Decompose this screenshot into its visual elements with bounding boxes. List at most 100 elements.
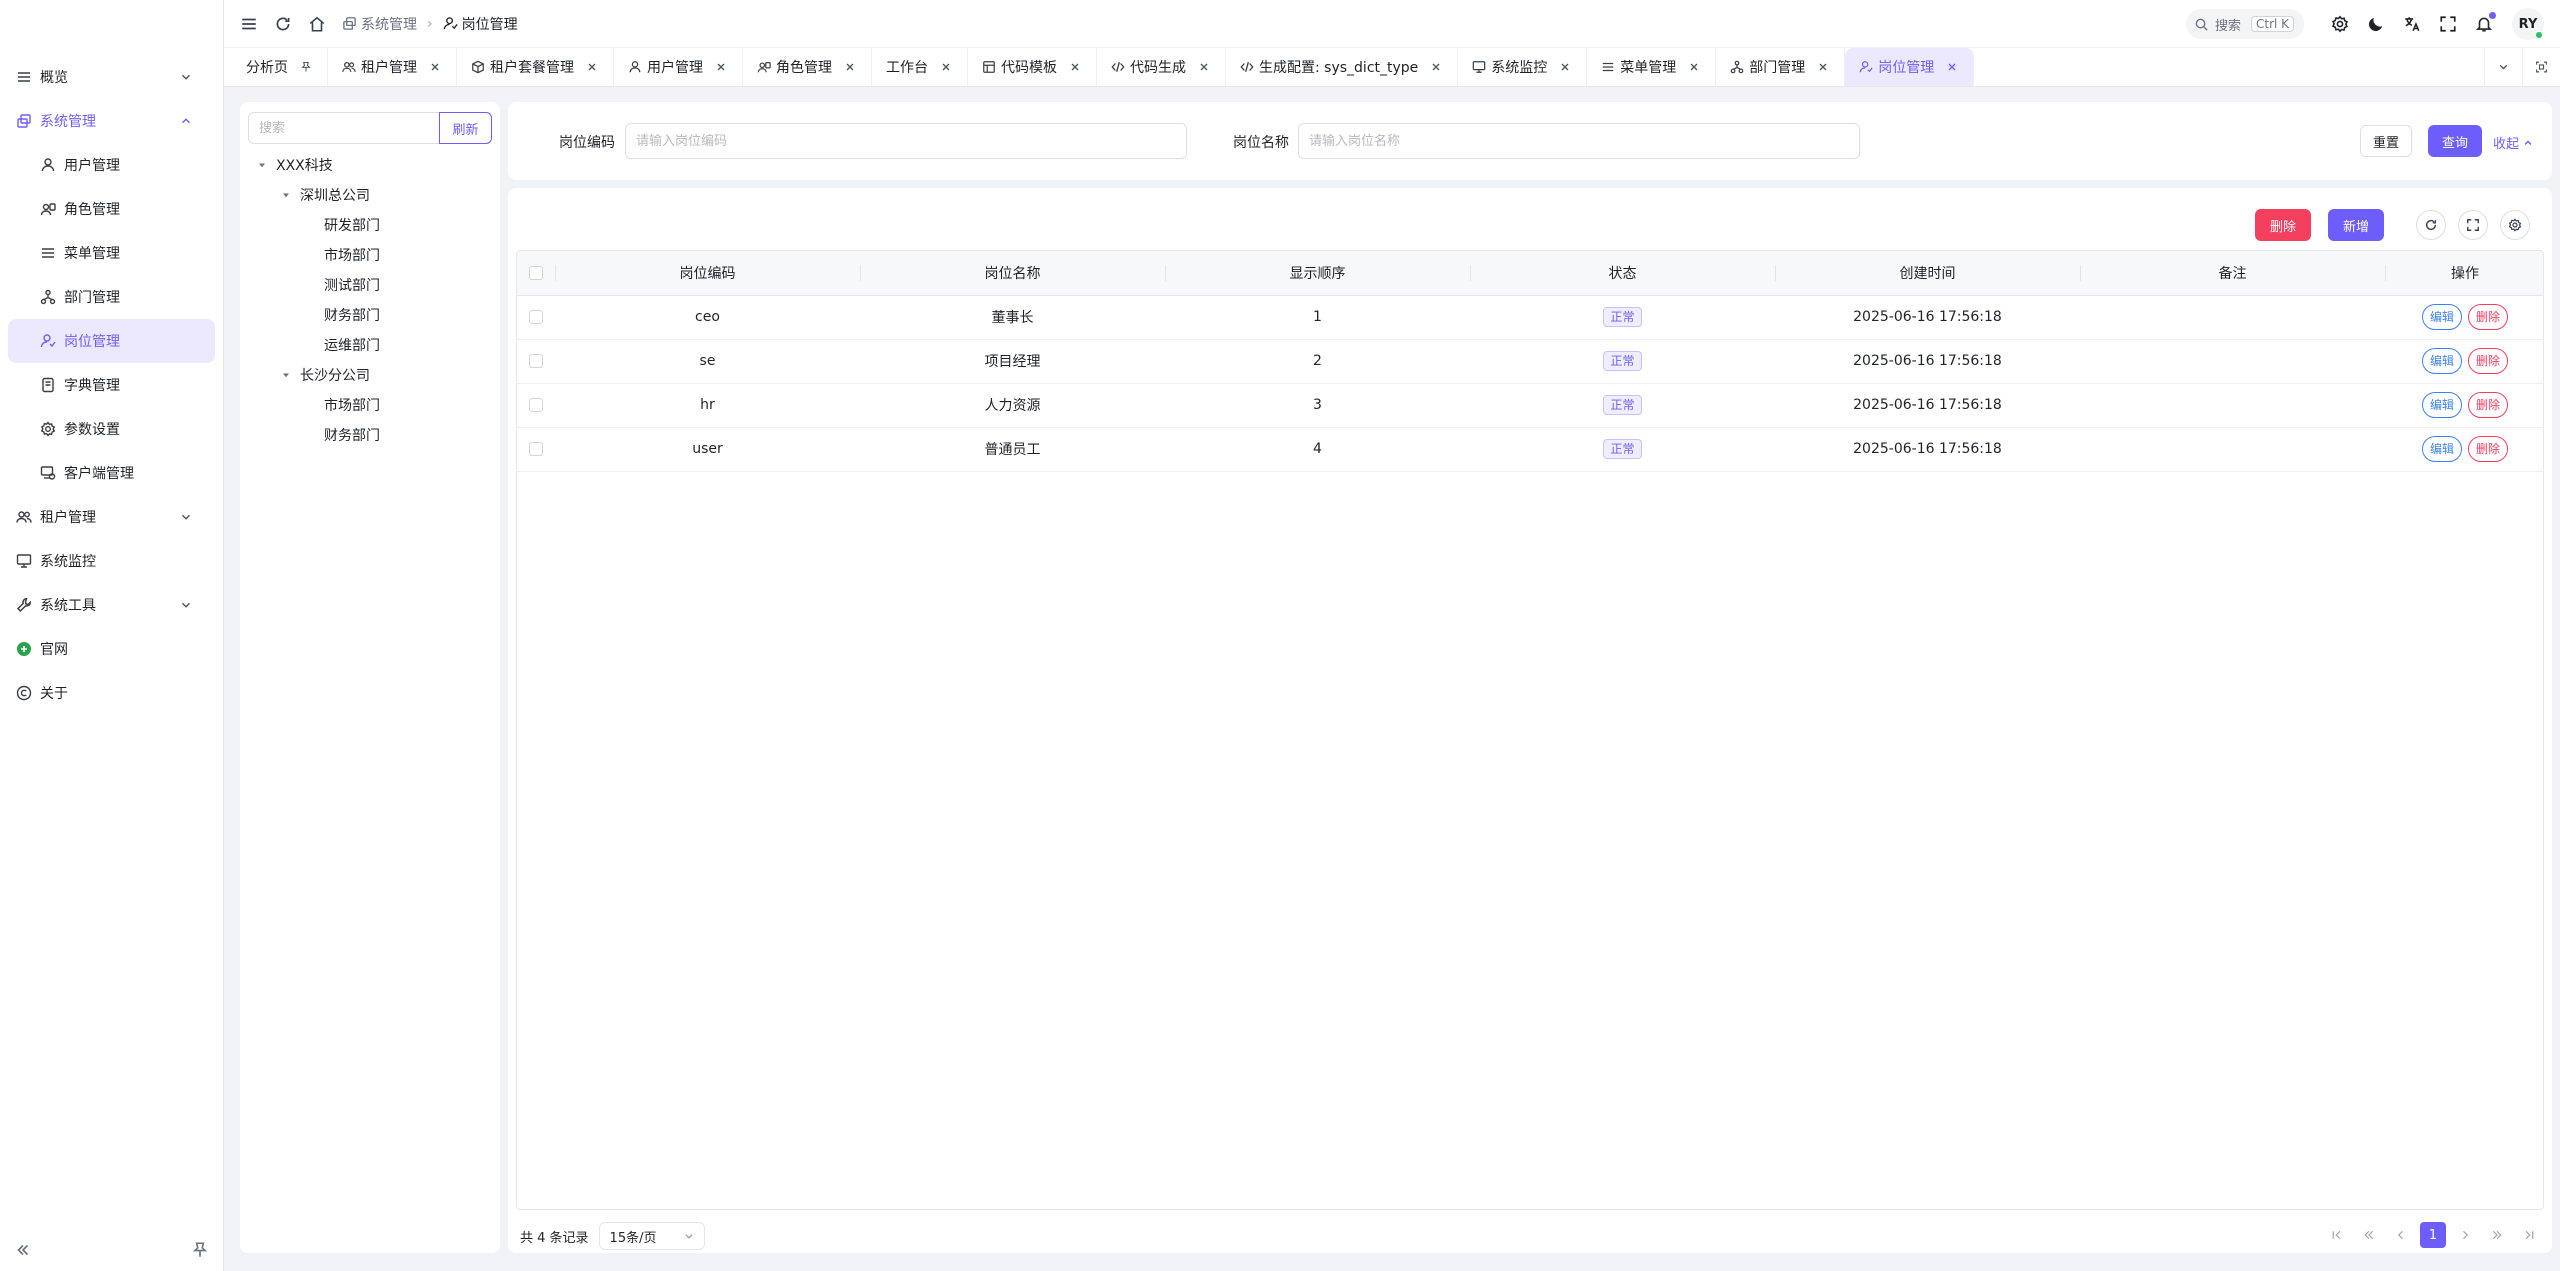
tree-node[interactable]: 市场部门 (248, 390, 492, 420)
home-icon[interactable] (308, 15, 326, 33)
tree-search-input[interactable] (248, 112, 439, 144)
settings-icon[interactable] (2331, 15, 2349, 33)
pin-icon[interactable] (191, 1241, 209, 1259)
tree-node[interactable]: 长沙分公司 (248, 360, 492, 390)
maximize-icon[interactable] (2522, 48, 2560, 86)
post-name-input[interactable] (1298, 123, 1860, 159)
global-search-button[interactable]: 搜索 Ctrl K (2186, 9, 2304, 39)
next-group-icon[interactable] (2484, 1222, 2510, 1248)
tab-gen-config[interactable]: 生成配置: sys_dict_type (1226, 48, 1459, 86)
sidebar-item-clients[interactable]: 客户端管理 (8, 451, 215, 495)
tree-node[interactable]: 研发部门 (248, 210, 492, 240)
sidebar-item-website[interactable]: 官网 (8, 627, 215, 671)
tree-node[interactable]: 深圳总公司 (248, 180, 492, 210)
close-icon[interactable] (1198, 61, 1210, 73)
close-icon[interactable] (1069, 61, 1081, 73)
select-all-checkbox[interactable] (529, 265, 543, 280)
caret-down-icon[interactable] (280, 369, 292, 381)
sidebar-item-params[interactable]: 参数设置 (8, 407, 215, 451)
tab-analytics[interactable]: 分析页 (232, 48, 328, 86)
delete-button[interactable]: 删除 (2468, 304, 2509, 330)
page-number-current[interactable]: 1 (2420, 1222, 2446, 1248)
sidebar-item-dicts[interactable]: 字典管理 (8, 363, 215, 407)
tree-node[interactable]: 运维部门 (248, 330, 492, 360)
edit-button[interactable]: 编辑 (2421, 304, 2462, 330)
tree-node[interactable]: 财务部门 (248, 300, 492, 330)
sidebar-item-overview[interactable]: 概览 (8, 55, 215, 99)
query-button[interactable]: 查询 (2428, 125, 2482, 157)
sidebar-item-menus[interactable]: 菜单管理 (8, 231, 215, 275)
delete-button[interactable]: 删除 (2468, 436, 2509, 462)
row-checkbox[interactable] (529, 442, 543, 456)
close-icon[interactable] (1946, 61, 1958, 73)
prev-group-icon[interactable] (2356, 1222, 2382, 1248)
close-icon[interactable] (1688, 61, 1700, 73)
close-icon[interactable] (1430, 61, 1442, 73)
tree-node[interactable]: 测试部门 (248, 270, 492, 300)
edit-button[interactable]: 编辑 (2421, 392, 2462, 418)
sidebar-item-system[interactable]: 系统管理 (8, 99, 215, 143)
pin-icon[interactable] (300, 61, 312, 73)
row-checkbox[interactable] (529, 354, 543, 368)
sidebar-item-depts[interactable]: 部门管理 (8, 275, 215, 319)
column-settings-icon[interactable] (2500, 210, 2530, 240)
tab-tenant-packages[interactable]: 租户套餐管理 (457, 48, 614, 86)
close-icon[interactable] (1559, 61, 1571, 73)
page-size-select[interactable]: 15条/页 (598, 1222, 705, 1250)
post-code-input[interactable] (625, 123, 1187, 159)
fullscreen-icon[interactable] (2439, 15, 2457, 33)
sidebar-item-posts[interactable]: 岗位管理 (8, 319, 215, 363)
sidebar-item-tools[interactable]: 系统工具 (8, 583, 215, 627)
batch-delete-button[interactable]: 删除 (2255, 209, 2311, 241)
close-icon[interactable] (844, 61, 856, 73)
avatar[interactable]: RY (2512, 8, 2544, 40)
tree-node[interactable]: XXX科技 (248, 150, 492, 180)
delete-button[interactable]: 删除 (2468, 348, 2509, 374)
edit-button[interactable]: 编辑 (2421, 436, 2462, 462)
tab-code-gen[interactable]: 代码生成 (1097, 48, 1226, 86)
next-page-icon[interactable] (2452, 1222, 2478, 1248)
breadcrumb-item[interactable]: 系统管理 (361, 14, 417, 34)
close-icon[interactable] (715, 61, 727, 73)
chevron-down-icon[interactable] (2484, 48, 2522, 86)
add-button[interactable]: 新增 (2328, 209, 2384, 241)
tab-code-templates[interactable]: 代码模板 (968, 48, 1097, 86)
bell-icon[interactable] (2475, 12, 2496, 33)
caret-down-icon[interactable] (256, 159, 268, 171)
tab-users[interactable]: 用户管理 (614, 48, 743, 86)
refresh-icon[interactable] (2416, 210, 2446, 240)
dark-mode-icon[interactable] (2367, 15, 2385, 33)
tab-workbench[interactable]: 工作台 (872, 48, 968, 86)
collapse-link[interactable]: 收起 (2493, 133, 2534, 152)
language-icon[interactable] (2403, 15, 2421, 33)
sidebar-item-tenants[interactable]: 租户管理 (8, 495, 215, 539)
close-icon[interactable] (429, 61, 441, 73)
prev-page-icon[interactable] (2388, 1222, 2414, 1248)
delete-button[interactable]: 删除 (2468, 392, 2509, 418)
sidebar-item-roles[interactable]: 角色管理 (8, 187, 215, 231)
close-icon[interactable] (586, 61, 598, 73)
tab-posts[interactable]: 岗位管理 (1845, 48, 1975, 86)
caret-down-icon[interactable] (280, 189, 292, 201)
close-icon[interactable] (1817, 61, 1829, 73)
first-page-icon[interactable] (2324, 1222, 2350, 1248)
tab-roles[interactable]: 角色管理 (743, 48, 872, 86)
tab-menus[interactable]: 菜单管理 (1587, 48, 1717, 86)
tree-node[interactable]: 市场部门 (248, 240, 492, 270)
reset-button[interactable]: 重置 (2360, 125, 2412, 157)
close-icon[interactable] (940, 61, 952, 73)
row-checkbox[interactable] (529, 310, 543, 324)
sidebar-item-about[interactable]: 关于 (8, 671, 215, 715)
collapse-sidebar-icon[interactable] (14, 1241, 32, 1259)
sidebar-item-monitor[interactable]: 系统监控 (8, 539, 215, 583)
refresh-icon[interactable] (274, 15, 292, 33)
tab-tenants[interactable]: 租户管理 (328, 48, 457, 86)
tab-monitor[interactable]: 系统监控 (1458, 48, 1588, 86)
tree-node[interactable]: 财务部门 (248, 420, 492, 450)
row-checkbox[interactable] (529, 398, 543, 412)
edit-button[interactable]: 编辑 (2421, 348, 2462, 374)
tree-refresh-button[interactable]: 刷新 (439, 112, 492, 144)
last-page-icon[interactable] (2516, 1222, 2542, 1248)
sidebar-item-users[interactable]: 用户管理 (8, 143, 215, 187)
menu-toggle-icon[interactable] (240, 15, 258, 33)
